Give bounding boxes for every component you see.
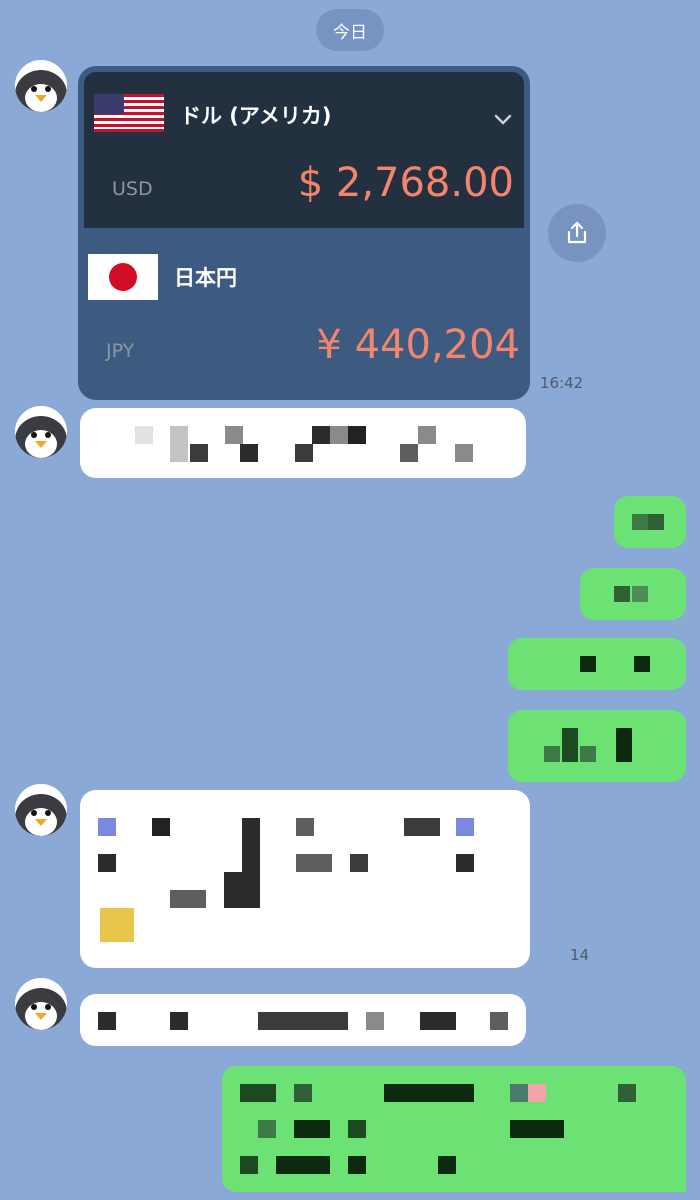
outgoing-message-pixelated[interactable]: [508, 710, 686, 782]
to-amount[interactable]: ¥ 440,204: [316, 322, 520, 368]
incoming-message-pixelated[interactable]: [80, 790, 530, 968]
incoming-message-pixelated[interactable]: [80, 408, 526, 478]
penguin-avatar[interactable]: [15, 784, 67, 836]
penguin-icon: [15, 978, 67, 1030]
penguin-icon: [15, 784, 67, 836]
to-currency-code: JPY: [106, 340, 135, 362]
jp-flag-icon: [88, 254, 158, 300]
penguin-avatar[interactable]: [15, 406, 67, 458]
outgoing-message-pixelated[interactable]: [508, 638, 686, 690]
penguin-avatar[interactable]: [15, 978, 67, 1030]
message-time: 16:42: [540, 374, 584, 392]
penguin-avatar[interactable]: [15, 60, 67, 112]
share-icon: [567, 221, 587, 244]
incoming-message-pixelated[interactable]: [80, 994, 526, 1046]
chevron-down-icon[interactable]: [492, 108, 514, 130]
date-separator: 今日: [316, 9, 384, 51]
outgoing-message-pixelated[interactable]: [614, 496, 686, 548]
date-label: 今日: [333, 22, 367, 43]
to-currency-name: 日本円: [174, 266, 237, 290]
share-button[interactable]: [548, 204, 606, 262]
from-currency-name: ドル (アメリカ): [180, 104, 332, 128]
outgoing-message-pixelated[interactable]: [580, 568, 686, 620]
from-currency-code: USD: [112, 178, 153, 200]
penguin-icon: [15, 60, 67, 112]
currency-converter-card[interactable]: ドル (アメリカ) USD $ 2,768.00 日本円 JPY ¥ 440,2…: [78, 66, 530, 400]
from-currency-panel[interactable]: ドル (アメリカ) USD $ 2,768.00: [84, 72, 524, 228]
outgoing-message-pixelated[interactable]: [222, 1066, 686, 1192]
message-time: 14: [570, 946, 590, 964]
penguin-icon: [15, 406, 67, 458]
us-flag-icon: [94, 94, 164, 132]
from-amount[interactable]: $ 2,768.00: [298, 160, 514, 206]
